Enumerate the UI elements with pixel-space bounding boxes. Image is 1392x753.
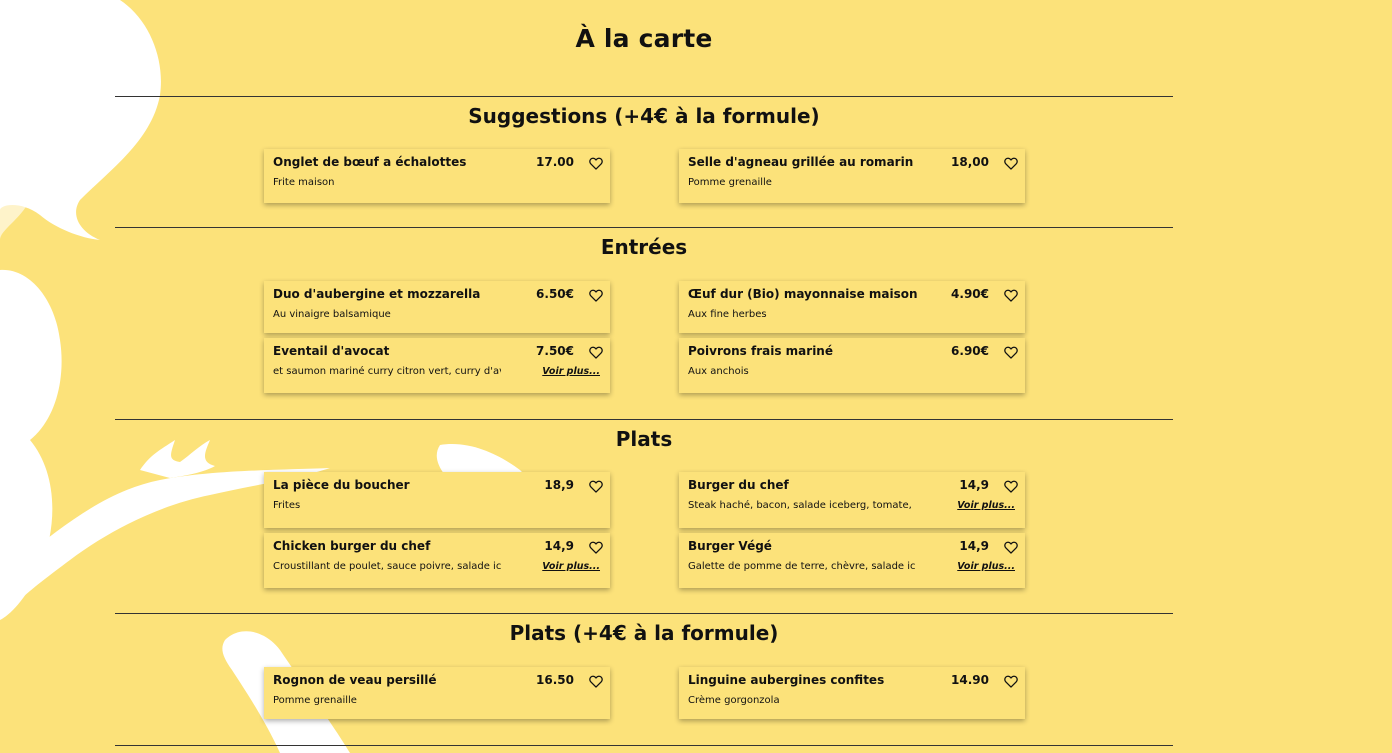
section-title-plats-formule: Plats (+4€ à la formule) [509,621,779,645]
heart-icon[interactable] [589,157,603,170]
page-title: À la carte [575,24,713,53]
section-divider [115,419,1173,420]
menu-item-price: 18,9 [544,478,574,492]
menu-item-card[interactable]: Rognon de veau persillé 16.50 Pomme gren… [264,667,610,719]
menu-item-description: Crème gorgonzola [688,695,780,706]
heart-icon[interactable] [589,675,603,688]
menu-item-description: et saumon mariné curry citron vert, curr… [273,366,501,377]
heart-icon[interactable] [1004,157,1018,170]
menu-item-card[interactable]: Onglet de bœuf a échalottes 17.00 Frite … [264,149,610,203]
menu-item-name: Linguine aubergines confites [688,673,885,687]
menu-item-card[interactable]: Eventail d'avocat 7.50€ et saumon mariné… [264,338,610,393]
menu-item-price: 7.50€ [536,344,574,358]
menu-item-name: Selle d'agneau grillée au romarin [688,155,914,169]
see-more-link[interactable]: Voir plus... [542,561,600,572]
heart-icon[interactable] [1004,541,1018,554]
menu-item-price: 4.90€ [951,287,989,301]
heart-icon[interactable] [1004,346,1018,359]
heart-icon[interactable] [1004,289,1018,302]
menu-item-price: 17.00 [536,155,574,169]
menu-item-description: Galette de pomme de terre, chèvre, salad… [688,561,916,572]
menu-item-description: Pomme grenaille [273,695,357,706]
menu-item-description: Frite maison [273,177,335,188]
menu-item-card[interactable]: Chicken burger du chef 14,9 Croustillant… [264,533,610,588]
menu-item-price: 14,9 [959,539,989,553]
menu-item-name: La pièce du boucher [273,478,410,492]
heart-icon[interactable] [589,289,603,302]
menu-item-price: 18,00 [951,155,989,169]
section-title-entrees: Entrées [600,235,688,259]
menu-item-card[interactable]: Burger du chef 14,9 Steak haché, bacon, … [679,472,1025,528]
see-more-link[interactable]: Voir plus... [957,561,1015,572]
menu-item-name: Onglet de bœuf a échalottes [273,155,467,169]
heart-icon[interactable] [589,346,603,359]
heart-icon[interactable] [1004,675,1018,688]
menu-item-description: Pomme grenaille [688,177,772,188]
menu-item-card[interactable]: La pièce du boucher 18,9 Frites [264,472,610,528]
heart-icon[interactable] [1004,480,1018,493]
menu-item-description: Aux fine herbes [688,309,767,320]
menu-item-name: Poivrons frais mariné [688,344,833,358]
menu-item-description: Aux anchois [688,366,749,377]
see-more-link[interactable]: Voir plus... [957,500,1015,511]
heart-icon[interactable] [589,480,603,493]
menu-item-price: 6.90€ [951,344,989,358]
menu-item-name: Eventail d'avocat [273,344,390,358]
menu-page: À la carte Suggestions (+4€ à la formule… [0,0,1392,753]
section-divider [115,227,1173,228]
menu-item-price: 14.90 [951,673,989,687]
section-title-plats: Plats [615,427,673,451]
menu-item-card[interactable]: Duo d'aubergine et mozzarella 6.50€ Au v… [264,281,610,333]
menu-item-name: Chicken burger du chef [273,539,431,553]
menu-item-description: Au vinaigre balsamique [273,309,391,320]
menu-item-card[interactable]: Selle d'agneau grillée au romarin 18,00 … [679,149,1025,203]
menu-item-card[interactable]: Linguine aubergines confites 14.90 Crème… [679,667,1025,719]
menu-item-card[interactable]: Burger Végé 14,9 Galette de pomme de ter… [679,533,1025,588]
menu-item-name: Burger du chef [688,478,789,492]
menu-item-description: Frites [273,500,301,511]
section-divider [115,745,1173,746]
section-title-suggestions: Suggestions (+4€ à la formule) [468,104,820,128]
menu-item-name: Rognon de veau persillé [273,673,437,687]
menu-item-description: Croustillant de poulet, sauce poivre, sa… [273,561,501,572]
menu-item-name: Burger Végé [688,539,772,553]
menu-item-price: 14,9 [544,539,574,553]
heart-icon[interactable] [589,541,603,554]
menu-item-price: 16.50 [536,673,574,687]
see-more-link[interactable]: Voir plus... [542,366,600,377]
menu-item-description: Steak haché, bacon, salade iceberg, toma… [688,500,916,511]
menu-item-price: 6.50€ [536,287,574,301]
menu-item-price: 14,9 [959,478,989,492]
section-divider [115,96,1173,97]
menu-item-name: Œuf dur (Bio) mayonnaise maison [688,287,918,301]
menu-item-card[interactable]: Œuf dur (Bio) mayonnaise maison 4.90€ Au… [679,281,1025,333]
section-divider [115,613,1173,614]
menu-item-card[interactable]: Poivrons frais mariné 6.90€ Aux anchois [679,338,1025,393]
menu-item-name: Duo d'aubergine et mozzarella [273,287,481,301]
